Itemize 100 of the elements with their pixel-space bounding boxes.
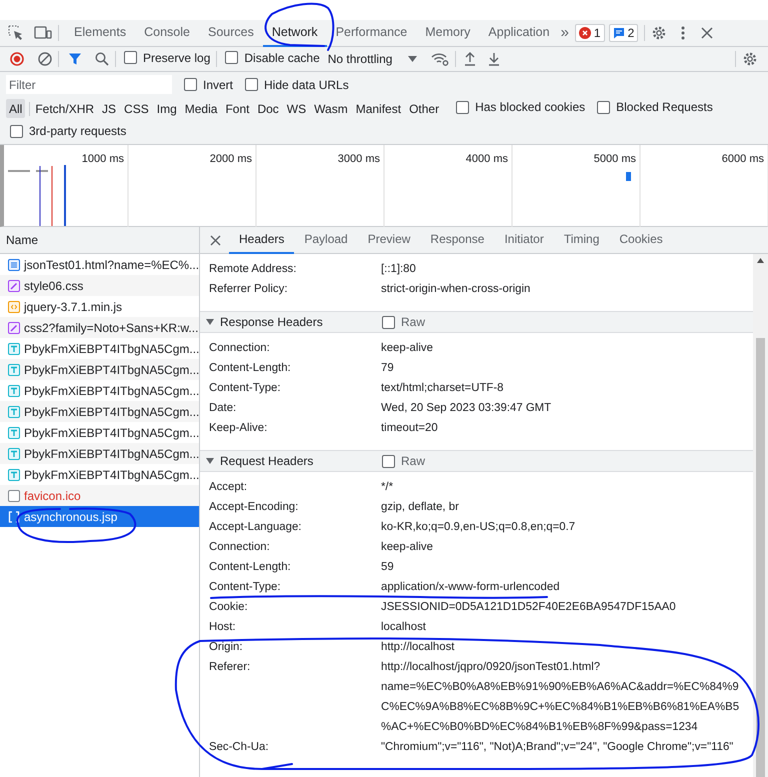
checkbox[interactable]	[382, 316, 395, 328]
close-icon[interactable]	[701, 27, 714, 39]
type-filter[interactable]: JS	[99, 99, 120, 118]
upload-icon[interactable]	[464, 52, 476, 66]
checkbox[interactable]	[225, 51, 238, 64]
scrollbar[interactable]	[753, 254, 768, 777]
search-icon[interactable]	[95, 52, 109, 66]
scroll-up-icon[interactable]	[757, 258, 764, 263]
timeline-overview[interactable]: 1000 ms 2000 ms 3000 ms 4000 ms 5000 ms 6000 ms	[0, 145, 768, 227]
checkbox[interactable]	[456, 100, 470, 114]
header-value: 79	[381, 361, 395, 376]
checkbox-label: 3rd-party requests	[29, 123, 126, 140]
script-icon	[8, 300, 20, 312]
type-filter[interactable]: Fetch/XHR	[32, 99, 98, 118]
messages-badge[interactable]: 2	[608, 24, 638, 42]
section-title[interactable]: Request Headers	[220, 452, 382, 470]
type-filter[interactable]: Font	[222, 99, 252, 118]
settings-icon[interactable]	[651, 25, 668, 41]
detail-tab[interactable]: Headers	[229, 226, 294, 254]
detail-tab[interactable]: Preview	[358, 226, 420, 254]
clear-icon[interactable]	[38, 52, 52, 66]
filter-icon[interactable]	[69, 53, 81, 65]
scroll-thumb[interactable]	[756, 338, 765, 777]
checkbox[interactable]	[124, 51, 137, 64]
request-row[interactable]: asynchronous.jsp	[0, 506, 199, 527]
type-filter[interactable]: Media	[182, 99, 220, 118]
file-icon	[8, 490, 20, 502]
inspect-icon[interactable]	[8, 25, 24, 41]
panel-tab[interactable]: Sources	[198, 20, 263, 46]
checkbox-label: Invert	[203, 76, 234, 94]
checkbox[interactable]	[382, 454, 395, 468]
checkbox[interactable]	[597, 100, 610, 114]
network-conditions-icon[interactable]	[431, 52, 450, 66]
checkbox[interactable]	[184, 78, 197, 91]
close-icon[interactable]	[210, 234, 221, 246]
stylesheet-icon	[8, 280, 20, 292]
checkbox-label: Has blocked cookies	[475, 99, 586, 116]
time-tick-label: 3000 ms	[336, 152, 380, 167]
header-name: Connection:	[209, 540, 271, 555]
header-name: Content-Length:	[209, 560, 292, 575]
settings-icon[interactable]	[742, 51, 758, 67]
header-value: http://localhost/jqpro/0920/jsonTest01.html?name=%EC%B0%A8%EB%91%90%EB%A6%AC&addr=%EC%84%9C%EC%9A%B8%EC%8B%9C+%EC%84%B1%EB%B6%81%EA%B5%AC+%EC%B0%BD%EC%84%B1%EB%8F%99&pass=1234	[381, 660, 740, 735]
stylesheet-icon	[8, 322, 20, 334]
brackets-icon	[8, 510, 20, 522]
header-name: Cookie:	[209, 600, 249, 615]
type-filter[interactable]: Doc	[254, 99, 282, 118]
checkbox-label: Raw	[401, 314, 426, 331]
time-tick-label: 1000 ms	[80, 152, 124, 167]
header-value: keep-alive	[381, 341, 434, 356]
header-value: [::1]:80	[381, 262, 417, 277]
request-row[interactable]: favicon.ico	[0, 485, 199, 506]
type-filter[interactable]: Img	[154, 99, 180, 118]
expanded-arrow-icon[interactable]	[206, 318, 214, 326]
font-icon	[8, 364, 20, 376]
request-row[interactable]: css2?family=Noto+Sans+KR:w...	[0, 317, 199, 338]
panel-tab[interactable]: Performance	[326, 20, 416, 46]
panel-tab[interactable]: Console	[135, 20, 199, 46]
errors-badge[interactable]: 1	[574, 24, 605, 42]
expanded-arrow-icon[interactable]	[206, 457, 214, 465]
request-row[interactable]: style06.css	[0, 275, 199, 296]
header-name: Sec-Ch-Ua:	[209, 740, 270, 755]
checkbox[interactable]	[10, 124, 23, 138]
detail-tab[interactable]: Timing	[554, 226, 610, 254]
download-icon[interactable]	[488, 52, 500, 66]
header-value: JSESSIONID=0D5A121D1D52F40E2E6BA9547DF15AA0	[381, 600, 677, 615]
detail-tab[interactable]: Payload	[294, 226, 358, 254]
panel-tab[interactable]: Application	[479, 20, 559, 46]
record-icon[interactable]	[10, 52, 24, 66]
panel-tab[interactable]: Memory	[416, 20, 480, 46]
detail-tab[interactable]: Initiator	[494, 226, 554, 254]
device-icon[interactable]	[34, 26, 52, 40]
font-icon	[8, 426, 20, 438]
column-header[interactable]: Name	[6, 231, 38, 249]
type-filter[interactable]: All	[6, 99, 26, 118]
document-icon	[8, 258, 20, 270]
filter-field[interactable]: Filter	[6, 75, 172, 94]
checkbox-label: Hide data URLs	[264, 76, 349, 94]
type-filter[interactable]: Wasm	[311, 99, 351, 118]
request-row[interactable]: PbykFmXiEBPT4ITbgNA5Cgm...	[0, 401, 199, 422]
font-icon	[8, 342, 20, 354]
more-tabs-button[interactable]: »	[558, 22, 571, 44]
section-title[interactable]: Response Headers	[220, 313, 382, 331]
header-value: strict-origin-when-cross-origin	[381, 282, 532, 297]
time-tick-label: 6000 ms	[720, 152, 764, 167]
type-filter[interactable]: Manifest	[352, 99, 404, 118]
header-value: "Chromium";v="116", "Not)A;Brand";v="24", "Google Chrome";v="116"	[381, 740, 734, 755]
detail-tab[interactable]: Response	[420, 226, 494, 254]
detail-tab[interactable]: Cookies	[609, 226, 673, 254]
request-bar	[626, 172, 631, 181]
type-filter[interactable]: CSS	[121, 99, 152, 118]
request-row[interactable]: PbykFmXiEBPT4ITbgNA5Cgm...	[0, 443, 199, 464]
type-filter[interactable]: Other	[406, 99, 442, 118]
header-name: Accept-Encoding:	[209, 500, 300, 515]
panel-tab[interactable]: Elements	[65, 20, 136, 46]
type-filter[interactable]: WS	[284, 99, 310, 118]
more-menu-icon[interactable]	[681, 26, 686, 40]
request-row[interactable]: PbykFmXiEBPT4ITbgNA5Cgm...	[0, 359, 199, 380]
throttling-dropdown[interactable]: No throttling	[328, 50, 418, 68]
checkbox[interactable]	[245, 78, 258, 91]
header-name: Referrer Policy:	[209, 282, 288, 297]
